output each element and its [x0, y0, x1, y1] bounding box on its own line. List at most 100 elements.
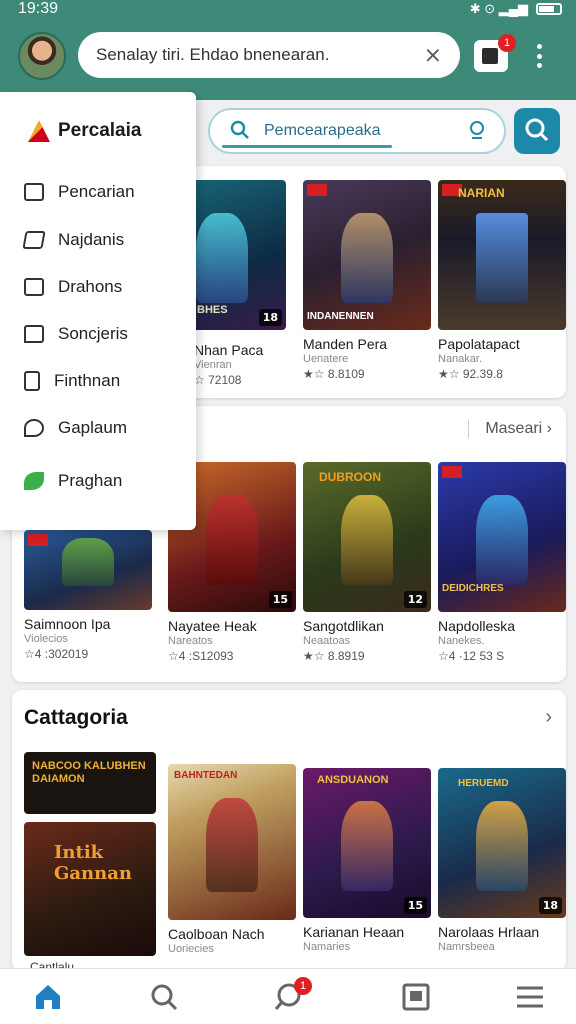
- section-title: Cattagoria: [24, 706, 128, 729]
- game-stats: ☆4 ·12 53 S: [438, 649, 505, 663]
- game-stats: ☆4 :S12093: [168, 649, 234, 663]
- menu-icon[interactable]: [514, 981, 546, 1013]
- avatar[interactable]: [18, 32, 66, 80]
- drawer-item-label: Drahons: [58, 277, 123, 296]
- game-cover: DEIDICHRES: [438, 462, 566, 612]
- age-rating-badge: 18: [258, 309, 282, 326]
- game-title: Napdolleska: [438, 618, 516, 634]
- cover-text: NABCOO KALUBHEN DAIAMON: [32, 760, 146, 785]
- user-search-icon[interactable]: [468, 120, 488, 140]
- game-publisher: Uenatere: [303, 353, 349, 365]
- document-icon: [24, 371, 40, 391]
- secondary-search-input[interactable]: Pemcearapeaka: [208, 108, 506, 154]
- edit-icon: [22, 231, 46, 249]
- drawer-item-label: Praghan: [58, 471, 123, 490]
- game-title: Manden Pera: [303, 336, 388, 352]
- checkbox-icon: [24, 278, 44, 296]
- category-banner[interactable]: NABCOO KALUBHEN DAIAMON: [24, 752, 156, 814]
- game-publisher: Vienran: [194, 359, 232, 371]
- cover-text: BAHNTEDAN: [174, 770, 238, 781]
- game-card[interactable]: DUBROON 12 Sangotdlikan Neaatoas ★☆ 8.89…: [303, 462, 431, 663]
- age-rating-badge: 12: [403, 591, 427, 608]
- age-rating-badge: 15: [268, 591, 292, 608]
- game-publisher: Nanakar.: [438, 353, 483, 365]
- search-input[interactable]: Senalay tiri. Ehdao bnenearan. ⨯: [78, 32, 460, 78]
- game-card[interactable]: HERUEMD 18 Narolaas Hrlaan Namrsbeea: [438, 768, 566, 953]
- search-icon[interactable]: [148, 981, 180, 1013]
- game-card[interactable]: ANSDUANON 15 Karianan Heaan Namaries: [303, 768, 431, 953]
- brand-logo-icon: [28, 120, 50, 142]
- game-publisher: Namaries: [303, 941, 351, 953]
- cover-text: NARIAN: [458, 186, 505, 200]
- categories-section: Cattagoria › NABCOO KALUBHEN DAIAMON Int…: [12, 690, 566, 974]
- search-icon: [525, 118, 549, 142]
- navigation-drawer: Percalaia Pencarian Najdanis Drahons Son…: [0, 92, 196, 530]
- drawer-item-gaplaum[interactable]: Gaplaum: [24, 418, 127, 438]
- store-icon: [24, 183, 44, 201]
- leaf-icon: [24, 472, 44, 490]
- drawer-item-finthnan[interactable]: Finthnan: [24, 371, 120, 391]
- status-time: 19:39: [18, 0, 59, 17]
- library-icon[interactable]: [400, 981, 432, 1013]
- game-publisher: Nanekes.: [438, 635, 485, 647]
- status-icons: ✱ ⊙ ▂▄▆: [469, 1, 528, 16]
- search-underline: [222, 145, 392, 148]
- home-icon[interactable]: [32, 981, 64, 1013]
- game-cover: ANSDUANON 15: [303, 768, 431, 918]
- search-button[interactable]: [514, 108, 560, 154]
- age-rating-badge: 15: [403, 897, 427, 914]
- game-title: Sangotdlikan: [303, 618, 384, 634]
- game-card[interactable]: INDANENNEN Manden Pera Uenatere ★☆ 8.810…: [303, 180, 431, 381]
- game-card[interactable]: NARIAN Papolatapact Nanakar. ★☆ 92.39.8: [438, 180, 566, 381]
- category-banner[interactable]: Intik Gannan: [24, 822, 156, 956]
- cover-text: HERUEMD: [458, 778, 509, 789]
- status-bar: 19:39 ✱ ⊙ ▂▄▆: [0, 0, 576, 22]
- game-card[interactable]: BAHNTEDAN Caolboan Nach Uoriecies: [168, 764, 296, 955]
- drawer-item-label: Soncjeris: [58, 324, 128, 343]
- game-title: Narolaas Hrlaan: [438, 924, 540, 940]
- drawer-item-soncjeris[interactable]: Soncjeris: [24, 324, 128, 344]
- cover-text: DEIDICHRES: [442, 583, 504, 594]
- game-stats: ☆4 :302019: [24, 647, 89, 661]
- game-card[interactable]: Saimnoon Ipa Violecios ☆4 :302019: [24, 530, 152, 661]
- chat-icon: [24, 325, 44, 343]
- cover-text: Intik Gannan: [54, 842, 132, 884]
- cover-text: DUBROON: [319, 470, 381, 484]
- game-title: Nhan Paca: [194, 342, 264, 358]
- notification-button[interactable]: 1: [474, 34, 516, 72]
- game-cover: DUBROON 12: [303, 462, 431, 612]
- game-cover: BAHNTEDAN: [168, 764, 296, 920]
- chevron-right-icon[interactable]: ›: [545, 706, 552, 729]
- bottom-navigation: 1: [0, 968, 576, 1024]
- game-stats: ★☆ 8.8919: [303, 649, 365, 663]
- game-publisher: Nareatos: [168, 635, 213, 647]
- see-more-link[interactable]: Maseari ›: [468, 420, 552, 438]
- secondary-search-value: Pemcearapeaka: [264, 122, 381, 139]
- cover-text: INDANENNEN: [307, 311, 374, 322]
- search-input-value: Senalay tiri. Ehdao bnenearan.: [96, 45, 330, 64]
- game-stats: ★☆ 92.39.8: [438, 367, 503, 381]
- notification-icon: [482, 48, 498, 64]
- game-stats: ☆ 72108: [194, 373, 242, 387]
- app-header: 19:39 ✱ ⊙ ▂▄▆ Senalay tiri. Ehdao bnenea…: [0, 0, 576, 100]
- drawer-item-drahons[interactable]: Drahons: [24, 277, 122, 297]
- notification-badge: 1: [498, 34, 516, 52]
- game-title: Karianan Heaan: [303, 924, 405, 940]
- game-publisher: Namrsbeea: [438, 941, 495, 953]
- close-icon[interactable]: ⨯: [424, 42, 442, 68]
- search-icon: [230, 120, 249, 139]
- drawer-item-label: Gaplaum: [58, 418, 127, 437]
- game-card[interactable]: DEIDICHRES Napdolleska Nanekes. ☆4 ·12 5…: [438, 462, 566, 663]
- game-publisher: Uoriecies: [168, 943, 214, 955]
- game-cover: NARIAN: [438, 180, 566, 330]
- drawer-item-pencarian[interactable]: Pencarian: [24, 182, 135, 202]
- game-publisher: Violecios: [24, 633, 68, 645]
- drawer-item-najdanis[interactable]: Najdanis: [22, 230, 124, 250]
- more-menu-button[interactable]: [532, 40, 546, 72]
- game-stats: ★☆ 8.8109: [303, 367, 365, 381]
- game-cover: HERUEMD 18: [438, 768, 566, 918]
- game-title: Papolatapact: [438, 336, 520, 352]
- pin-icon: [24, 419, 44, 437]
- drawer-item-praghan[interactable]: Praghan: [24, 471, 122, 491]
- drawer-item-label: Pencarian: [58, 182, 135, 201]
